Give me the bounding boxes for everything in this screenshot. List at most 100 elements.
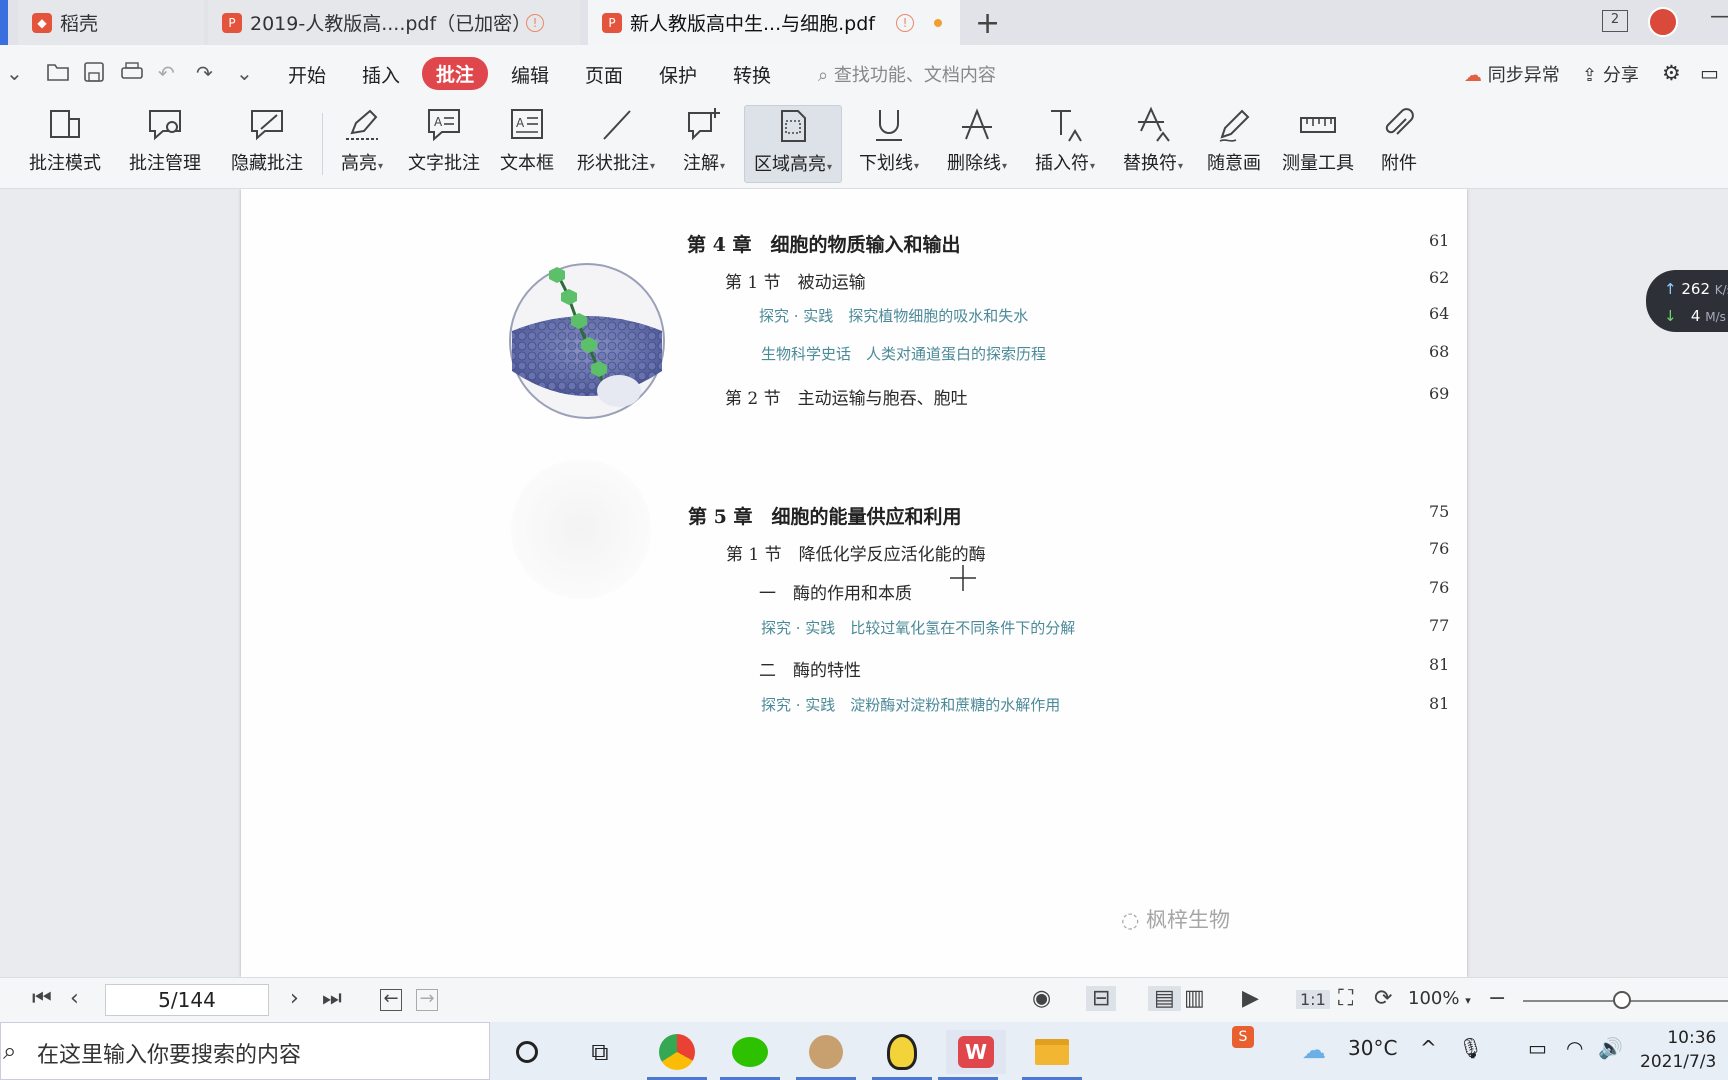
textbox-button[interactable]: A 文本框: [497, 105, 557, 183]
insert-mark-button[interactable]: 插入符▾: [1030, 105, 1100, 183]
microphone-icon[interactable]: 🎙: [1458, 1036, 1483, 1060]
annotation-manage-button[interactable]: 批注管理: [126, 105, 204, 183]
toc-chapter-5[interactable]: 第 5 章 细胞的能量供应和利用: [688, 502, 961, 529]
page-number-input[interactable]: 5/144: [105, 984, 269, 1016]
window-count-icon[interactable]: 2: [1602, 10, 1628, 32]
toc-explore[interactable]: 生物科学史话 人类对通道蛋白的探索历程: [761, 343, 1046, 364]
go-forward-icon[interactable]: →: [416, 989, 438, 1011]
dropdown-caret-icon[interactable]: ▾: [914, 161, 919, 172]
two-page-icon[interactable]: ▥: [1184, 986, 1205, 1011]
highlight-button[interactable]: 高亮▾: [334, 105, 390, 183]
hide-annotation-button[interactable]: 隐藏批注: [228, 105, 306, 183]
next-page-icon[interactable]: ›: [290, 986, 299, 1011]
previous-page-icon[interactable]: ‹: [70, 986, 79, 1011]
strikethrough-button[interactable]: 删除线▾: [942, 105, 1012, 183]
annotation-mode-button[interactable]: 批注模式: [26, 105, 104, 183]
menu-page[interactable]: 页面: [585, 61, 623, 88]
tray-expand-icon[interactable]: ^: [1420, 1036, 1437, 1060]
fit-width-icon[interactable]: ⊟: [1086, 986, 1117, 1011]
first-page-icon[interactable]: ⏮: [32, 986, 52, 1011]
chrome-app-icon[interactable]: [647, 1030, 707, 1080]
replace-mark-button[interactable]: 替换符▾: [1118, 105, 1188, 183]
document-viewport[interactable]: 第 4 章 细胞的物质输入和输出 61 第 1 节 被动运输 62 探究 · 实…: [0, 189, 1728, 977]
open-folder-icon[interactable]: [46, 61, 70, 88]
menu-edit[interactable]: 编辑: [511, 61, 549, 88]
wechat-app-icon[interactable]: [720, 1030, 780, 1080]
last-page-icon[interactable]: ⏭: [322, 986, 342, 1011]
new-tab-button[interactable]: +: [975, 6, 1000, 41]
toc-section[interactable]: 第 2 节 主动运输与胞吞、胞吐: [725, 384, 968, 409]
redo-icon[interactable]: ↷: [196, 61, 213, 85]
save-icon[interactable]: [83, 61, 105, 88]
dropdown-caret-icon[interactable]: ▾: [650, 161, 655, 172]
cortana-icon[interactable]: [505, 1030, 549, 1074]
go-back-icon[interactable]: ←: [380, 989, 402, 1011]
highlighter-icon: [346, 109, 378, 140]
underline-button[interactable]: 下划线▾: [856, 105, 922, 183]
menu-protect[interactable]: 保护: [659, 61, 697, 88]
toc-explore[interactable]: 探究 · 实践 比较过氧化氢在不同条件下的分解: [761, 617, 1075, 638]
dropdown-caret-icon[interactable]: ▾: [378, 161, 383, 172]
tab-pdf-2019[interactable]: P 2019-人教版高....pdf（已加密） !: [208, 0, 580, 45]
toc-subsection[interactable]: 二 酶的特性: [759, 656, 861, 681]
zoom-out-icon[interactable]: −: [1488, 986, 1506, 1011]
zoom-slider-knob[interactable]: [1613, 991, 1631, 1009]
toc-chapter-4[interactable]: 第 4 章 细胞的物质输入和输出: [687, 230, 960, 257]
weather-temperature[interactable]: 30°C: [1348, 1036, 1397, 1060]
sync-status-button[interactable]: ☁ 同步异常: [1464, 61, 1560, 87]
dropdown-caret-icon[interactable]: ▾: [1090, 161, 1095, 172]
single-page-icon[interactable]: ▤: [1148, 986, 1181, 1011]
wifi-icon[interactable]: ◠: [1566, 1036, 1583, 1060]
task-view-icon[interactable]: ⧉: [578, 1030, 622, 1074]
sogou-input-icon[interactable]: S: [1232, 1026, 1254, 1048]
tab-docer[interactable]: ◆ 稻壳: [18, 0, 204, 45]
menu-start[interactable]: 开始: [288, 61, 326, 88]
undo-icon[interactable]: ↶: [158, 61, 175, 85]
quick-access-more-icon[interactable]: ⌄: [236, 61, 253, 85]
feature-search[interactable]: ⌕ 查找功能、文档内容: [818, 61, 996, 87]
measure-tool-button[interactable]: 测量工具: [1280, 105, 1356, 183]
qq-app-icon[interactable]: [872, 1030, 932, 1080]
shape-annotation-button[interactable]: 形状批注▾: [572, 105, 660, 183]
game-app-icon[interactable]: [796, 1030, 856, 1080]
tab-pdf-cell[interactable]: P 新人教版高中生...与细胞.pdf !: [588, 0, 960, 45]
play-slideshow-icon[interactable]: ▶: [1242, 986, 1259, 1011]
comment-panel-icon[interactable]: ▭: [1700, 61, 1719, 85]
minimize-icon[interactable]: —: [1710, 4, 1728, 29]
dropdown-caret-icon[interactable]: ▾: [1002, 161, 1007, 172]
file-explorer-icon[interactable]: [1022, 1030, 1082, 1080]
wps-app-icon[interactable]: W: [938, 1030, 1006, 1080]
area-highlight-button[interactable]: 区域高亮▾: [744, 105, 842, 183]
system-clock[interactable]: 10:36 2021/7/3: [1640, 1026, 1716, 1074]
toc-subsection[interactable]: 一 酶的作用和本质: [759, 579, 912, 604]
freehand-draw-button[interactable]: 随意画: [1206, 105, 1262, 183]
chevron-down-icon[interactable]: ⌄: [6, 61, 23, 85]
attachment-button[interactable]: 附件: [1374, 105, 1424, 183]
toc-section[interactable]: 第 1 节 被动运输: [725, 268, 866, 293]
rotate-icon[interactable]: ⟳: [1374, 986, 1392, 1011]
toc-explore[interactable]: 探究 · 实践 淀粉酶对淀粉和蔗糖的水解作用: [761, 694, 1060, 715]
zoom-level[interactable]: 100% ▾: [1408, 988, 1471, 1009]
weather-cloud-icon[interactable]: ☁: [1302, 1036, 1326, 1064]
menu-insert[interactable]: 插入: [362, 61, 400, 88]
network-speed-widget[interactable]: ↑ 262 K/s ↓ 4 M/s: [1646, 270, 1728, 332]
dropdown-caret-icon[interactable]: ▾: [827, 162, 832, 173]
toc-explore[interactable]: 探究 · 实践 探究植物细胞的吸水和失水: [759, 305, 1028, 326]
menu-convert[interactable]: 转换: [733, 61, 771, 88]
print-icon[interactable]: [120, 61, 144, 88]
note-button[interactable]: 注解▾: [676, 105, 732, 183]
menu-annotate[interactable]: 批注: [422, 57, 489, 90]
volume-icon[interactable]: 🔊: [1598, 1036, 1623, 1060]
dropdown-caret-icon[interactable]: ▾: [1178, 161, 1183, 172]
settings-gear-icon[interactable]: ⚙: [1662, 61, 1681, 85]
share-button[interactable]: ⇪ 分享: [1582, 61, 1639, 87]
windows-search-box[interactable]: ⌕ 在这里输入你要搜索的内容: [0, 1022, 490, 1080]
actual-size-icon[interactable]: 1:1: [1296, 990, 1330, 1009]
text-annotation-button[interactable]: A 文字批注: [406, 105, 482, 183]
battery-icon[interactable]: ▭: [1528, 1036, 1547, 1060]
avatar[interactable]: [1648, 7, 1678, 37]
fit-page-icon[interactable]: ⛶: [1338, 986, 1353, 1011]
eye-protection-icon[interactable]: ◉: [1032, 986, 1051, 1011]
dropdown-caret-icon[interactable]: ▾: [720, 161, 725, 172]
toc-section[interactable]: 第 1 节 降低化学反应活化能的酶: [726, 540, 986, 565]
